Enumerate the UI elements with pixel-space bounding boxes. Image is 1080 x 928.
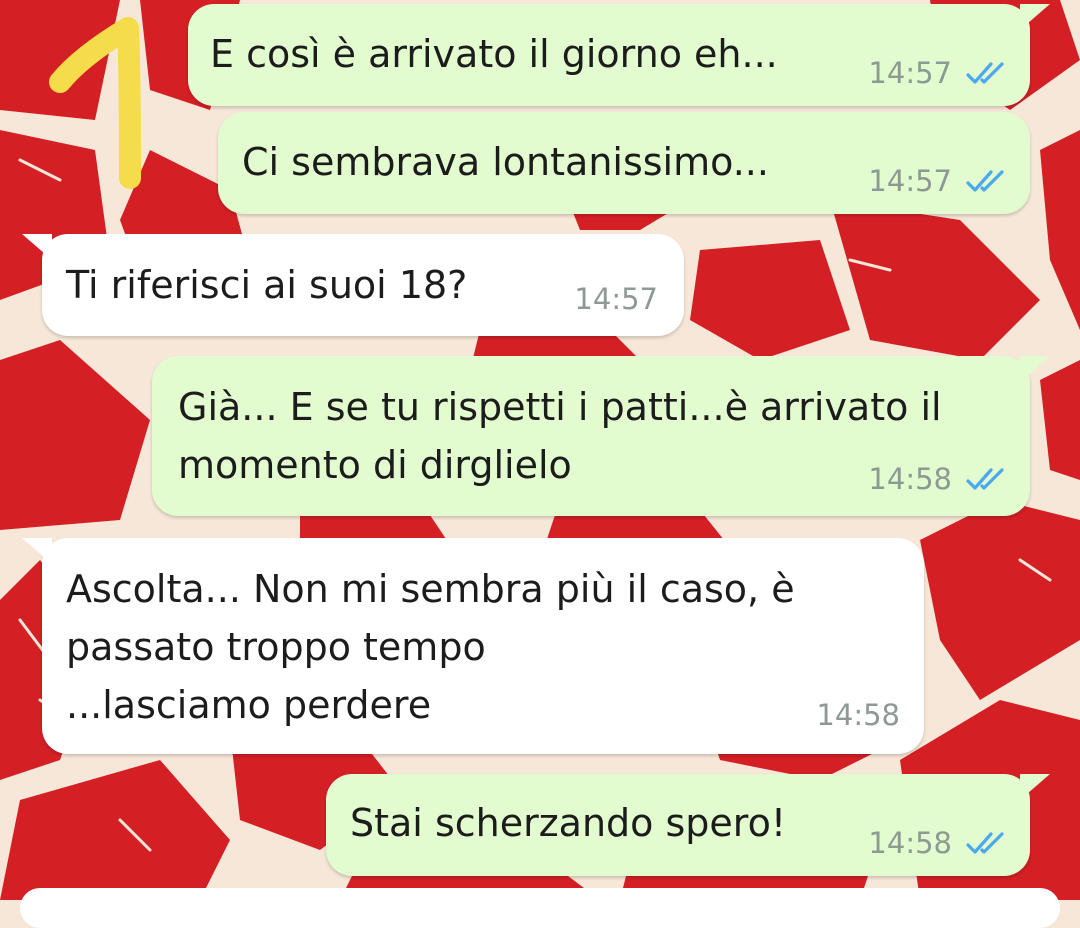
double-check-icon <box>966 832 1004 854</box>
message-text: Ci sembrava lontanissimo... <box>242 133 769 191</box>
message-meta: 14:57 <box>868 56 1008 90</box>
message-time: 14:57 <box>868 56 952 90</box>
message-line: Stai scherzando spero! <box>350 801 787 845</box>
message-time: 14:57 <box>868 164 952 198</box>
outgoing-message-bubble[interactable]: Già... E se tu rispetti i patti...è arri… <box>152 356 1050 516</box>
message-meta: 14:57 <box>574 282 658 316</box>
annotation-stroke-icon <box>49 17 141 189</box>
incoming-message-bubble[interactable]: Ti riferisci ai suoi 18? 14:57 <box>22 234 684 336</box>
message-meta: 14:57 <box>868 164 1008 198</box>
partial-next-message-bubble <box>20 888 1060 928</box>
outgoing-message-bubble[interactable]: Stai scherzando spero! 14:58 <box>326 774 1050 876</box>
message-line: Ascolta... Non mi sembra più il caso, è <box>66 567 795 611</box>
message-time: 14:58 <box>868 826 952 860</box>
message-meta: 14:58 <box>868 826 1008 860</box>
message-text: Ascolta... Non mi sembra più il caso, è … <box>66 560 795 734</box>
message-line: Ti riferisci ai suoi 18? <box>66 263 468 307</box>
outgoing-message-bubble[interactable]: E così è arrivato il giorno eh... 14:57 <box>188 4 1050 106</box>
message-line: ...lasciamo perdere <box>66 683 432 727</box>
message-text: Già... E se tu rispetti i patti...è arri… <box>178 378 942 494</box>
message-time: 14:57 <box>574 282 658 316</box>
message-line: E così è arrivato il giorno eh... <box>210 32 778 76</box>
double-check-icon <box>966 468 1004 490</box>
message-text: Ti riferisci ai suoi 18? <box>66 256 467 314</box>
double-check-icon <box>966 170 1004 192</box>
message-line: Già... E se tu rispetti i patti...è arri… <box>178 385 942 429</box>
message-line: passato troppo tempo <box>66 625 486 669</box>
outgoing-message-bubble[interactable]: Ci sembrava lontanissimo... 14:57 <box>218 112 1030 214</box>
handwritten-number-annotation: 1 <box>48 10 158 190</box>
incoming-message-bubble[interactable]: Ascolta... Non mi sembra più il caso, è … <box>22 538 924 754</box>
message-meta: 14:58 <box>868 462 1008 496</box>
message-meta: 14:58 <box>816 698 900 732</box>
message-line: Ci sembrava lontanissimo... <box>242 140 769 184</box>
message-time: 14:58 <box>868 462 952 496</box>
message-text: Stai scherzando spero! <box>350 794 786 852</box>
double-check-icon <box>966 62 1004 84</box>
message-line: momento di dirglielo <box>178 443 572 487</box>
message-time: 14:58 <box>816 698 900 732</box>
annotation-label: 1 <box>48 10 49 11</box>
message-text: E così è arrivato il giorno eh... <box>210 25 778 83</box>
